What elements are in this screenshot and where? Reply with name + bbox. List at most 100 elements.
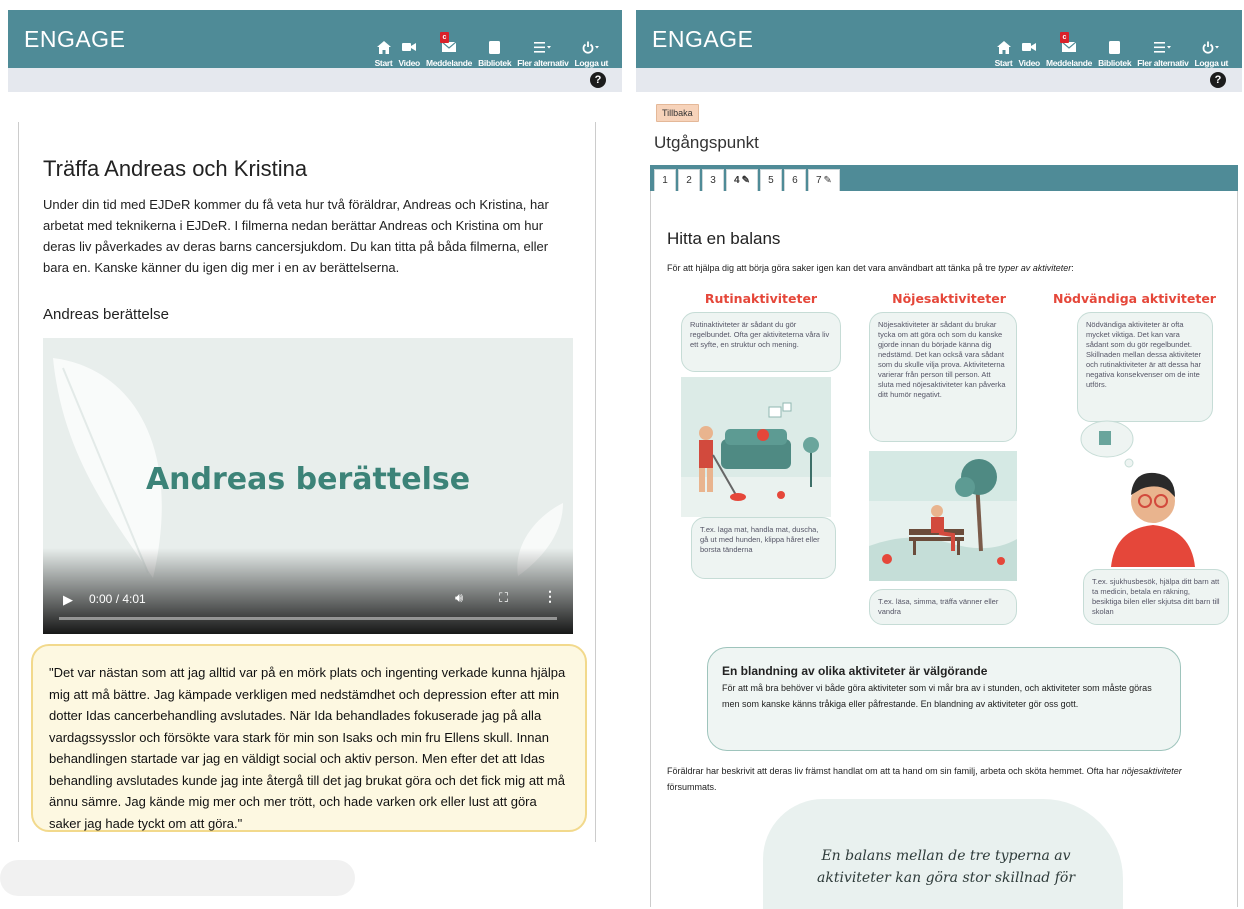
- nav-label: Meddelande: [425, 58, 473, 68]
- video-time: 0:00 / 4:01: [89, 592, 146, 606]
- tab-step-7[interactable]: 7 ✎: [807, 169, 840, 191]
- nav-messages[interactable]: c Meddelande: [1046, 32, 1092, 68]
- help-icon[interactable]: ?: [1210, 72, 1226, 88]
- tab-label: 6: [792, 175, 798, 186]
- nav-start[interactable]: Start: [375, 38, 393, 68]
- tab-step-2[interactable]: 2: [678, 169, 700, 191]
- step-content: Hitta en balans För att hjälpa dig att b…: [650, 191, 1238, 909]
- tab-step-4[interactable]: 4 ✎: [726, 169, 758, 191]
- brand-logo[interactable]: ENGAGE: [24, 26, 125, 53]
- intro-text: För att hjälpa dig att börja göra saker …: [667, 263, 1074, 273]
- top-navbar: ENGAGE Start Video c Meddelande Bibliote…: [636, 10, 1242, 68]
- page-heading: Utgångspunkt: [654, 133, 759, 152]
- tab-label: 2: [686, 175, 692, 186]
- cloud-quote: En balans mellan de tre typerna av aktiv…: [816, 848, 1076, 886]
- outro-post: försummats.: [667, 782, 717, 792]
- intro-text-pre: För att hjälpa dig att börja göra saker …: [667, 263, 999, 273]
- video-player[interactable]: Andreas berättelse ▶ 0:00 / 4:01 🔊︎ ⛶ ⋮: [43, 338, 573, 634]
- column-leisure: Nöjesaktiviteter Nöjesaktiviteter är såd…: [869, 291, 1029, 442]
- top-navbar: ENGAGE Start Video c Meddelande Bibliote…: [8, 10, 622, 68]
- sub-bar: ?: [8, 68, 622, 92]
- video-title: Andreas berättelse: [145, 462, 471, 497]
- tab-step-1[interactable]: 1: [654, 169, 676, 191]
- message-badge: c: [1059, 32, 1069, 43]
- nav-video[interactable]: Video: [1018, 38, 1040, 68]
- tab-label: 1: [662, 175, 668, 186]
- tab-label: 4: [734, 175, 740, 186]
- fullscreen-icon[interactable]: ⛶: [499, 590, 508, 606]
- video-camera-icon: [402, 38, 417, 56]
- left-window: ENGAGE Start Video c Meddelande Bibliote…: [8, 10, 622, 897]
- right-window: ENGAGE Start Video c Meddelande Bibliote…: [636, 10, 1242, 909]
- column-examples: T.ex. laga mat, handla mat, duscha, gå u…: [691, 517, 836, 579]
- page-title: Träffa Andreas och Kristina: [43, 156, 308, 181]
- column-title: Nöjesaktiviteter: [892, 291, 1006, 306]
- nav-video[interactable]: Video: [398, 38, 420, 68]
- column-description: Rutinaktiviteter är sådant du gör regelb…: [681, 312, 841, 372]
- routine-illustration: [681, 377, 831, 517]
- message-badge: c: [439, 32, 449, 43]
- nav-library[interactable]: Bibliotek: [1098, 38, 1132, 68]
- nav-items: Start Video c Meddelande Bibliotek Fler …: [369, 10, 608, 68]
- nav-more[interactable]: Fler alternativ: [517, 38, 569, 68]
- tab-step-3[interactable]: 3: [702, 169, 724, 191]
- tab-label: 5: [768, 175, 774, 186]
- nav-messages[interactable]: c Meddelande: [425, 32, 473, 68]
- quote-box: "Det var nästan som att jag alltid var p…: [31, 644, 587, 832]
- outro-paragraph: Föräldrar har beskrivit att deras liv fr…: [667, 763, 1227, 795]
- column-description: Nödvändiga aktiviteter är ofta mycket vi…: [1077, 312, 1213, 422]
- necessary-illustration: [1071, 417, 1211, 567]
- nav-logout[interactable]: Logga ut: [575, 38, 608, 68]
- home-icon: [376, 38, 391, 56]
- callout-title: En blandning av olika aktiviteter är väl…: [722, 664, 988, 678]
- intro-text-post: :: [1071, 263, 1074, 273]
- outro-em: nöjesaktiviteter: [1121, 766, 1182, 776]
- nav-start[interactable]: Start: [995, 38, 1013, 68]
- play-icon[interactable]: ▶: [63, 592, 73, 608]
- nav-label: Start: [374, 58, 393, 68]
- tab-step-6[interactable]: 6: [783, 169, 806, 191]
- step-tabs: 1 2 3 4 ✎ 5 6 7 ✎: [650, 165, 1238, 191]
- nav-label: Bibliotek: [1098, 58, 1132, 68]
- intro-paragraph: Under din tid med EJDeR kommer du få vet…: [43, 197, 549, 275]
- section-heading: Andreas berättelse: [43, 306, 169, 323]
- video-camera-icon: [1022, 38, 1037, 56]
- more-options-icon[interactable]: ⋮: [543, 588, 557, 605]
- column-routine: Rutinaktiviteter Rutinaktiviteter är såd…: [681, 291, 841, 372]
- menu-icon: [533, 38, 552, 56]
- nav-label: Logga ut: [1194, 58, 1229, 68]
- mix-callout: En blandning av olika aktiviteter är väl…: [707, 647, 1181, 751]
- back-button[interactable]: Tillbaka: [656, 104, 699, 122]
- nav-items: Start Video c Meddelande Bibliotek Fler …: [989, 10, 1228, 68]
- blank-area: [0, 860, 355, 896]
- tab-label: 3: [710, 175, 716, 186]
- nav-logout[interactable]: Logga ut: [1195, 38, 1228, 68]
- column-description: Nöjesaktiviteter är sådant du brukar tyc…: [869, 312, 1017, 442]
- intro-text-em: typer av aktiviteter: [998, 263, 1072, 273]
- nav-label: Start: [994, 58, 1013, 68]
- help-icon[interactable]: ?: [590, 72, 606, 88]
- power-icon: [582, 38, 600, 56]
- book-icon: [489, 38, 501, 56]
- column-title: Rutinaktiviteter: [704, 291, 818, 306]
- power-icon: [1202, 38, 1220, 56]
- pencil-icon: ✎: [741, 175, 750, 186]
- section-title: Hitta en balans: [667, 229, 781, 248]
- nav-label: Fler alternativ: [1137, 58, 1189, 68]
- volume-icon[interactable]: 🔊︎: [455, 590, 463, 606]
- column-title: Nödvändiga aktiviteter: [1053, 291, 1216, 306]
- brand-logo[interactable]: ENGAGE: [652, 26, 753, 53]
- column-examples: T.ex. läsa, simma, träffa vänner eller v…: [869, 589, 1017, 625]
- menu-icon: [1153, 38, 1172, 56]
- nav-more[interactable]: Fler alternativ: [1137, 38, 1189, 68]
- nav-label: Bibliotek: [478, 58, 512, 68]
- nav-label: Video: [398, 58, 420, 68]
- column-necessary: Nödvändiga aktiviteter Nödvändiga aktivi…: [1053, 291, 1216, 422]
- tab-step-5[interactable]: 5: [759, 169, 782, 191]
- nav-library[interactable]: Bibliotek: [478, 38, 512, 68]
- home-icon: [996, 38, 1011, 56]
- video-progress-track[interactable]: [59, 617, 557, 620]
- pencil-icon: ✎: [823, 175, 832, 186]
- nav-label: Fler alternativ: [517, 58, 569, 68]
- book-icon: [1109, 38, 1121, 56]
